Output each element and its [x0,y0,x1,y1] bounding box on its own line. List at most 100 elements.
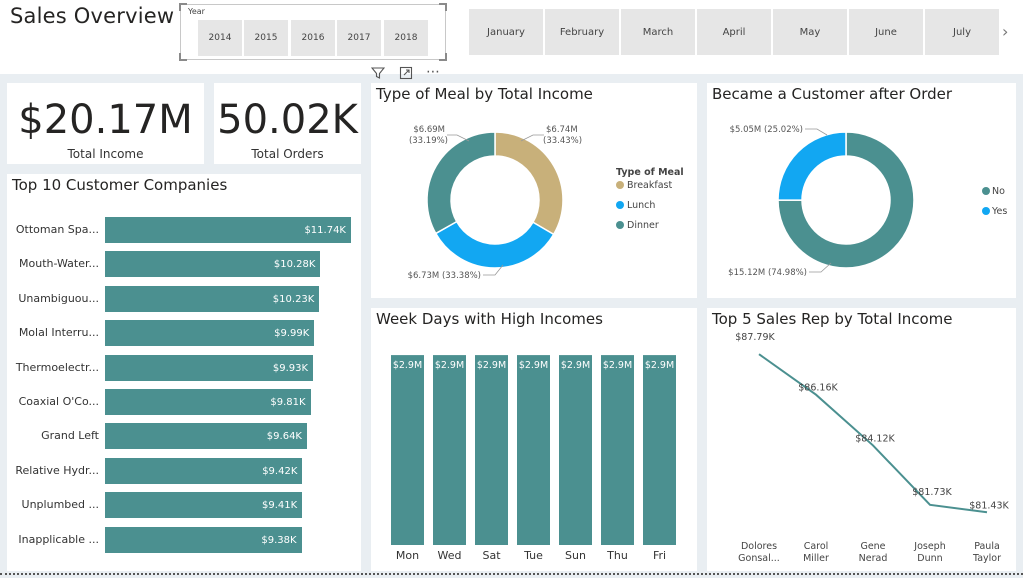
x-tick-label: Gonsal... [738,553,780,564]
bar-value-label: $9.41K [261,500,298,512]
year-button-2016[interactable]: 2016 [291,20,335,56]
month-button-april[interactable]: April [697,9,771,55]
year-slicer-label: Year [188,7,205,16]
chart-title: Top 10 Customer Companies [12,176,228,194]
column-bar [643,355,676,545]
column-value-label: $2.9M [393,360,422,371]
x-tick-label: Sun [565,549,586,562]
page-bottom-border [0,573,1023,575]
x-tick-label: Carol [804,541,829,552]
resize-handle[interactable] [179,3,187,11]
slice-value-label: $6.74M [546,125,578,135]
bar-category-label: Relative Hydr... [15,463,99,477]
bar-category-label: Unplumbed ... [21,498,99,512]
resize-handle[interactable] [179,53,187,61]
slice-label: $15.12M (74.98%) [728,268,807,278]
report-header: Sales Overview Year 2014 2015 2016 2017 … [0,0,1023,74]
customer-donut-svg: $5.05M (25.02%) $15.12M (74.98%) No Yes [728,125,1007,278]
column-bar [391,355,424,545]
column-bar [517,355,550,545]
year-slicer[interactable]: Year 2014 2015 2016 2017 2018 [179,3,447,61]
legend-label: Lunch [627,200,655,211]
legend-marker [982,207,990,215]
month-button-june[interactable]: June [849,9,923,55]
legend-label: Dinner [627,220,659,231]
x-tick-label: Fri [653,549,666,562]
chevron-right-icon[interactable]: › [1002,22,1008,41]
resize-handle[interactable] [439,3,447,11]
year-button-2015[interactable]: 2015 [244,20,288,56]
total-income-value: $20.17M [18,97,193,143]
bar-value-label: $9.64K [266,431,302,443]
month-button-may[interactable]: May [773,9,847,55]
column-bar [559,355,592,545]
kpi-card-total-income: $20.17M Total Income [7,83,204,164]
column-value-label: $2.9M [435,360,464,371]
page-title: Sales Overview [10,4,175,28]
donut-slice [777,131,847,201]
focus-mode-icon[interactable] [399,66,413,83]
x-tick-label: Mon [396,549,419,562]
year-button-2018[interactable]: 2018 [384,20,428,56]
slice-value-label: $6.69M [413,125,445,135]
bar-category-label: Unambiguou... [18,291,99,305]
legend-marker [616,201,624,209]
month-button-july[interactable]: July [925,9,999,55]
donut-slice [434,220,555,269]
leader-line [805,128,828,136]
column-value-label: $2.9M [645,360,674,371]
total-orders-label: Total Orders [251,147,324,161]
year-button-2014[interactable]: 2014 [198,20,242,56]
legend-label: Yes [991,206,1007,217]
column-value-label: $2.9M [477,360,506,371]
x-tick-label: Dunn [917,553,942,564]
data-label: $81.43K [969,500,1009,511]
weekday-income-chart[interactable]: Week Days with High Incomes $2.9M Mon $2.9… [371,308,697,571]
legend-marker [616,221,624,229]
year-button-2017[interactable]: 2017 [337,20,381,56]
legend-label: Breakfast [627,180,672,191]
x-tick-label: Joseph [913,541,945,552]
bar-value-label: $9.81K [270,397,306,408]
x-tick-label: Paula [974,541,1000,552]
bar-value-label: $10.23K [272,293,315,305]
filter-icon[interactable] [370,66,386,83]
x-tick-label: Thu [606,549,628,562]
bar-category-label: Molal Interru... [18,326,99,340]
legend-title: Type of Meal [616,167,684,178]
column-bar [475,355,508,545]
became-customer-chart[interactable]: Became a Customer after Order $5.05M (25… [707,83,1016,298]
data-label: $84.12K [855,433,895,444]
bar-value-label: $9.93K [272,362,309,374]
data-label: $87.79K [735,332,775,343]
x-tick-label: Dolores [741,541,777,552]
month-button-february[interactable]: February [545,9,619,55]
legend-marker [616,181,624,189]
x-tick-label: Sat [482,549,501,562]
donut-slice [426,131,496,235]
bar-category-label: Coaxial O'Co... [18,395,99,408]
bar-value-label: $9.42K [262,465,298,477]
month-button-march[interactable]: March [621,9,695,55]
slice-label: $5.05M (25.02%) [730,125,803,135]
month-button-january[interactable]: January [469,9,543,55]
x-tick-label: Tue [523,549,543,562]
more-options-icon[interactable]: ⋯ [426,64,440,80]
slice-percent-label: (33.19%) [409,136,448,146]
resize-handle[interactable] [439,53,447,61]
donut-slice [494,131,564,236]
bar-category-label: Mouth-Water... [19,257,99,271]
bar-category-label: Ottoman Spa... [15,223,99,236]
meal-type-chart[interactable]: Type of Meal by Total Income $6.74M (33.4… [371,83,697,298]
top-customers-chart[interactable]: Top 10 Customer Companies Ottoman Spa...… [7,174,361,571]
sales-rep-chart[interactable]: Top 5 Sales Rep by Total Income $87.79K D… [707,308,1016,571]
legend-marker [982,187,990,195]
data-label: $86.16K [798,383,838,394]
bar-value-label: $9.99K [274,328,310,340]
bar-value-label: $11.74K [304,225,346,236]
bar-value-label: $10.28K [273,259,316,271]
weekday-bars-svg: $2.9M Mon $2.9M Wed $2.9M Sat $2.9M Tue $2.9M Sun… [391,355,676,562]
total-income-label: Total Income [67,147,144,161]
column-value-label: $2.9M [561,360,590,371]
bar-category-label: Thermoelectr... [15,360,99,374]
